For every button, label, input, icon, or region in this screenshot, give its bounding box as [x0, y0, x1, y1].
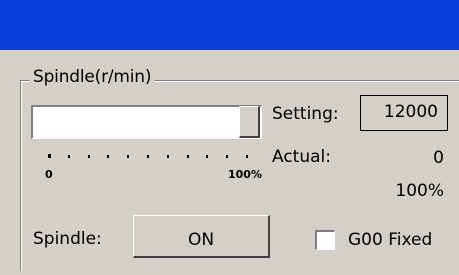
g00-fixed-checkbox[interactable]	[315, 230, 335, 250]
spindle-on-button[interactable]: ON	[133, 215, 270, 258]
spindle-panel: Spindle(r/min) 0 100% Setting: 12000 Act…	[0, 0, 459, 275]
title-bar	[0, 0, 459, 50]
actual-label: Actual:	[272, 147, 331, 167]
slider-max-label: 100%	[228, 168, 262, 181]
spindle-label: Spindle:	[33, 229, 102, 249]
override-percent: 100%	[395, 181, 444, 201]
actual-value: 0	[433, 148, 444, 168]
setting-label: Setting:	[272, 104, 339, 124]
slider-min-label: 0	[45, 168, 53, 181]
g00-fixed-label: G00 Fixed	[348, 230, 433, 250]
spindle-speed-slider-track[interactable]	[31, 105, 262, 139]
spindle-group-label: Spindle(r/min)	[30, 67, 155, 87]
spindle-speed-slider-thumb[interactable]	[239, 106, 260, 138]
setting-value-field[interactable]: 12000	[360, 95, 448, 131]
